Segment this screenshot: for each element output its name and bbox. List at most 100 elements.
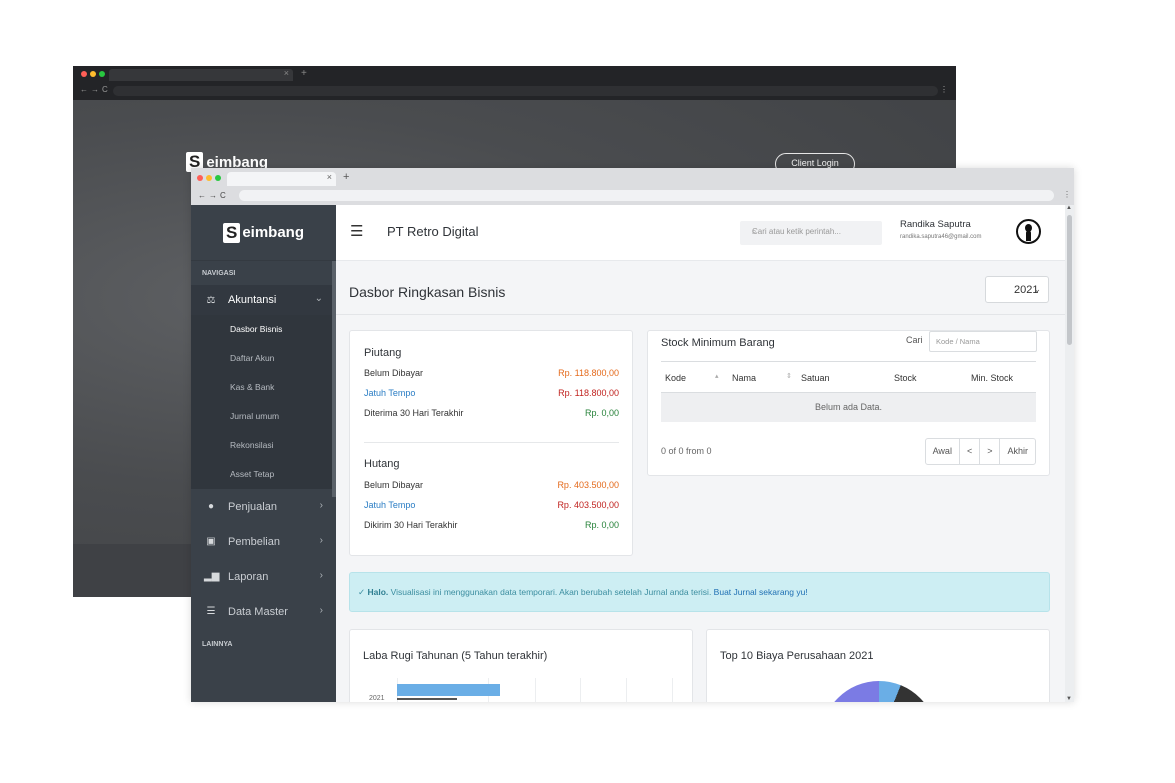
- user-email: randika.saputra46@gmail.com: [900, 234, 982, 240]
- page-next-button[interactable]: >: [980, 439, 1001, 464]
- submenu-kas-bank[interactable]: Kas & Bank: [191, 373, 336, 402]
- command-search-input[interactable]: Cari atau ketik perintah... ⌕: [740, 221, 882, 245]
- scrollbar-thumb[interactable]: [1067, 215, 1072, 345]
- logo-text: eimbang: [242, 224, 305, 241]
- chart-bar-income[interactable]: [397, 684, 500, 696]
- maximize-dot[interactable]: [99, 71, 105, 77]
- maximize-dot[interactable]: [215, 175, 221, 181]
- submenu-dasbor-bisnis[interactable]: Dasbor Bisnis: [191, 315, 336, 344]
- stock-search-placeholder: Kode / Nama: [936, 337, 980, 346]
- row-label-link[interactable]: Jatuh Tempo: [364, 500, 415, 510]
- user-name[interactable]: Randika Saputra: [900, 219, 971, 230]
- chevron-down-icon: ⌄: [1033, 284, 1041, 294]
- close-dot[interactable]: [81, 71, 87, 77]
- close-dot[interactable]: [197, 175, 203, 181]
- sidebar-logo[interactable]: S eimbang: [191, 205, 336, 261]
- sort-icon[interactable]: ⇕: [786, 372, 792, 380]
- top-expenses-chart-card: Top 10 Biaya Perusahaan 2021: [706, 629, 1050, 702]
- sidebar-item-laporan[interactable]: ▂▆ Laporan ›: [191, 559, 336, 594]
- tab-close-icon[interactable]: ×: [284, 68, 289, 78]
- minimize-dot[interactable]: [90, 71, 96, 77]
- receivables-payables-card: Piutang Belum Dibayar Rp. 118.800,00 Jat…: [349, 330, 633, 556]
- profit-loss-chart-card: Laba Rugi Tahunan (5 Tahun terakhir) 202…: [349, 629, 693, 702]
- column-header-min-stock[interactable]: Min. Stock: [971, 373, 1013, 383]
- window-controls[interactable]: [81, 71, 105, 77]
- top-header: ☰ PT Retro Digital Cari atau ketik perin…: [336, 205, 1065, 261]
- bag-icon: ▣: [206, 536, 216, 547]
- sidebar-item-penjualan[interactable]: ● Penjualan ›: [191, 489, 336, 524]
- stock-search-input[interactable]: Kode / Nama: [929, 331, 1037, 352]
- company-name[interactable]: PT Retro Digital: [387, 224, 479, 239]
- column-header-kode[interactable]: Kode: [665, 373, 686, 383]
- new-tab-icon[interactable]: +: [301, 68, 307, 79]
- piutang-row: Diterima 30 Hari Terakhir Rp. 0,00: [364, 408, 619, 422]
- back-browser-tab[interactable]: ×: [109, 68, 293, 81]
- browser-menu-icon[interactable]: ⋮: [940, 85, 948, 94]
- tab-close-icon[interactable]: ×: [327, 172, 332, 182]
- sidebar-item-label: Laporan: [228, 570, 269, 583]
- section-navigasi: NAVIGASI: [202, 270, 236, 277]
- row-value: Rp. 403.500,00: [557, 500, 619, 510]
- page-first-button[interactable]: Awal: [926, 439, 960, 464]
- sidebar: S eimbang NAVIGASI ⚖ Akuntansi ⌄ Dasbor …: [191, 205, 336, 702]
- hutang-row: Belum Dibayar Rp. 403.500,00: [364, 480, 619, 494]
- submenu-jurnal-umum[interactable]: Jurnal umum: [191, 402, 336, 431]
- sidebar-item-label: Penjualan: [228, 500, 277, 513]
- grid-line: [626, 678, 627, 702]
- window-controls[interactable]: [197, 175, 221, 181]
- hutang-row[interactable]: Jatuh Tempo Rp. 403.500,00: [364, 500, 619, 514]
- alert-bold: Halo.: [367, 587, 389, 597]
- sidebar-item-label: Pembelian: [228, 535, 280, 548]
- sidebar-item-pembelian[interactable]: ▣ Pembelian ›: [191, 524, 336, 559]
- sort-asc-icon[interactable]: ▴: [715, 372, 719, 380]
- chart-title: Top 10 Biaya Perusahaan 2021: [720, 650, 874, 662]
- sidebar-item-data-master[interactable]: ☰ Data Master ›: [191, 594, 336, 629]
- row-label-link[interactable]: Jatuh Tempo: [364, 388, 415, 398]
- chart-title: Laba Rugi Tahunan (5 Tahun terakhir): [363, 650, 548, 662]
- column-header-nama[interactable]: Nama: [732, 373, 756, 383]
- create-journal-link[interactable]: Buat Jurnal sekarang yu!: [714, 587, 808, 597]
- column-header-satuan[interactable]: Satuan: [801, 373, 830, 383]
- browser-menu-icon[interactable]: ⋮: [1063, 190, 1071, 199]
- search-icon[interactable]: ⌕: [752, 227, 873, 237]
- nav-arrows-icon[interactable]: ←→C: [198, 191, 229, 200]
- row-value: Rp. 403.500,00: [557, 480, 619, 490]
- expense-pie-chart[interactable]: [821, 681, 937, 702]
- submenu-asset-tetap[interactable]: Asset Tetap: [191, 460, 336, 489]
- row-label: Belum Dibayar: [364, 368, 424, 378]
- sidebar-item-label: Data Master: [228, 605, 288, 618]
- chart-bar-expense[interactable]: [397, 698, 457, 700]
- user-avatar[interactable]: [1016, 219, 1041, 244]
- browser-tab[interactable]: ×: [227, 172, 336, 186]
- row-value: Rp. 0,00: [584, 520, 619, 530]
- stock-title: Stock Minimum Barang: [661, 337, 775, 349]
- column-header-stock[interactable]: Stock: [894, 373, 917, 383]
- main-content: Dasbor Ringkasan Bisnis 2021 ⌄ Piutang B…: [336, 261, 1065, 702]
- submenu-rekonsilasi[interactable]: Rekonsilasi: [191, 431, 336, 460]
- scroll-down-icon[interactable]: ▼: [1066, 696, 1072, 702]
- stock-minimum-card: Stock Minimum Barang Cari Kode / Nama Ko…: [647, 330, 1050, 476]
- browser-chrome: × + ←→C ⋮: [191, 168, 1074, 205]
- page-scrollbar[interactable]: ▲ ▼: [1065, 205, 1074, 702]
- submenu-daftar-akun[interactable]: Daftar Akun: [191, 344, 336, 373]
- main-browser-window: × + ←→C ⋮ S eimbang NAVIGASI ⚖ Akuntansi…: [191, 168, 1074, 702]
- row-value: Rp. 118.800,00: [558, 368, 619, 378]
- scroll-up-icon[interactable]: ▲: [1066, 205, 1072, 211]
- page-prev-button[interactable]: <: [960, 439, 981, 464]
- sidebar-item-akuntansi[interactable]: ⚖ Akuntansi ⌄: [191, 285, 336, 315]
- grid-line: [580, 678, 581, 702]
- hamburger-menu-icon[interactable]: ☰: [350, 222, 363, 240]
- new-tab-icon[interactable]: +: [343, 171, 349, 183]
- minimize-dot[interactable]: [206, 175, 212, 181]
- page-last-button[interactable]: Akhir: [1000, 439, 1035, 464]
- row-value: Rp. 118.800,00: [558, 388, 619, 398]
- title-divider: [336, 314, 1065, 315]
- piutang-row: Belum Dibayar Rp. 118.800,00: [364, 368, 619, 382]
- piutang-row[interactable]: Jatuh Tempo Rp. 118.800,00: [364, 388, 619, 402]
- nav-arrows-icon[interactable]: ←→C: [80, 85, 111, 94]
- address-bar[interactable]: [239, 190, 1054, 201]
- year-select[interactable]: 2021 ⌄: [985, 276, 1049, 303]
- y-tick-label: 2021: [369, 695, 385, 702]
- back-address-bar[interactable]: [113, 86, 938, 96]
- info-alert: ✓ Halo. Visualisasi ini menggunakan data…: [349, 572, 1050, 612]
